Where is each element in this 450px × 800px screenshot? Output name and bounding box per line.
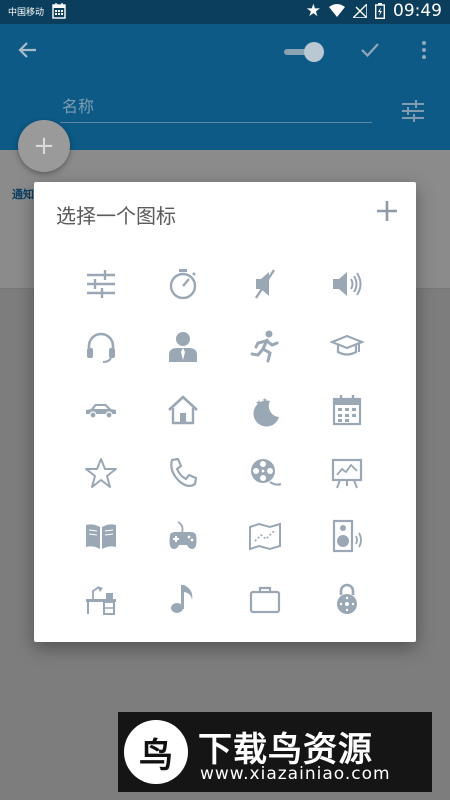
more-vert-icon[interactable]	[414, 38, 434, 62]
back-arrow-icon[interactable]	[16, 38, 40, 62]
status-bar: 中国移动 ★ 09:49	[0, 0, 450, 24]
headset-icon	[87, 332, 115, 363]
icon-option[interactable]	[81, 516, 121, 556]
speaker-icon	[332, 519, 362, 552]
mute-icon	[254, 268, 276, 299]
calendar-icon	[332, 394, 362, 425]
music-note-icon	[171, 584, 193, 613]
name-input[interactable]	[60, 90, 372, 123]
watermark-url: www.xiazainiao.com	[200, 764, 391, 784]
stopwatch-icon	[169, 268, 197, 299]
sliders-icon	[87, 269, 115, 298]
battery-icon	[375, 3, 385, 19]
toggle-thumb	[304, 42, 324, 62]
moon-stars-icon: ★★	[253, 397, 279, 427]
icon-option[interactable]	[163, 579, 203, 619]
star-status-icon: ★	[305, 1, 321, 21]
fab-label: +	[33, 131, 55, 161]
calendar-notification-icon	[52, 3, 66, 19]
icon-option[interactable]	[81, 579, 121, 619]
icon-picker-dialog: 选择一个图标 ★ ★	[34, 182, 416, 642]
graduation-cap-icon	[330, 334, 364, 356]
map-icon	[249, 522, 281, 550]
icon-option[interactable]	[81, 390, 121, 430]
check-icon[interactable]	[358, 38, 382, 62]
icon-option[interactable]	[245, 453, 285, 493]
volume-icon	[333, 271, 362, 296]
icon-option[interactable]	[327, 327, 367, 367]
running-icon	[250, 330, 279, 362]
icon-option[interactable]	[163, 516, 203, 556]
icon-option[interactable]: ★ ★	[245, 390, 285, 430]
icon-option[interactable]	[81, 264, 121, 304]
icon-option[interactable]	[327, 264, 367, 304]
car-icon	[86, 403, 116, 419]
dialog-title: 选择一个图标	[56, 204, 176, 228]
home-icon	[168, 394, 198, 424]
icon-option[interactable]	[327, 579, 367, 619]
tune-icon[interactable]	[400, 98, 426, 124]
icon-option[interactable]	[245, 516, 285, 556]
phone-icon	[170, 457, 198, 487]
icon-option[interactable]	[327, 390, 367, 430]
icon-option[interactable]	[245, 264, 285, 304]
icon-option[interactable]	[327, 516, 367, 556]
icon-option[interactable]	[163, 264, 203, 304]
carrier-label: 中国移动	[8, 7, 45, 18]
icon-option[interactable]	[163, 327, 203, 367]
notification-section-label: 通知	[12, 188, 34, 201]
no-signal-icon	[353, 4, 367, 18]
add-fab-button[interactable]: +	[18, 120, 70, 172]
icon-option[interactable]	[245, 579, 285, 619]
icon-option[interactable]	[163, 453, 203, 493]
icon-option[interactable]	[81, 453, 121, 493]
padlock-icon	[337, 583, 357, 614]
svg-text:★: ★	[262, 397, 267, 404]
desk-icon	[86, 585, 116, 615]
icon-option[interactable]	[245, 327, 285, 367]
icon-grid: ★ ★	[60, 252, 390, 632]
wifi-icon	[329, 4, 345, 17]
star-icon	[85, 457, 117, 488]
clock: 09:49	[393, 1, 442, 21]
app-bar	[0, 24, 450, 150]
watermark-banner: 鸟 下载鸟资源 www.xiazainiao.com	[118, 712, 432, 792]
enable-toggle[interactable]	[284, 42, 324, 62]
icon-option[interactable]	[81, 327, 121, 367]
briefcase-icon	[249, 586, 281, 613]
presentation-icon	[331, 458, 363, 488]
watermark-logo: 鸟	[124, 720, 188, 784]
book-icon	[86, 523, 116, 549]
icon-option[interactable]	[163, 390, 203, 430]
film-reel-icon	[251, 458, 282, 486]
icon-option[interactable]	[327, 453, 367, 493]
person-icon	[169, 331, 197, 362]
add-icon-button[interactable]	[372, 196, 402, 226]
gamepad-icon	[169, 520, 197, 549]
